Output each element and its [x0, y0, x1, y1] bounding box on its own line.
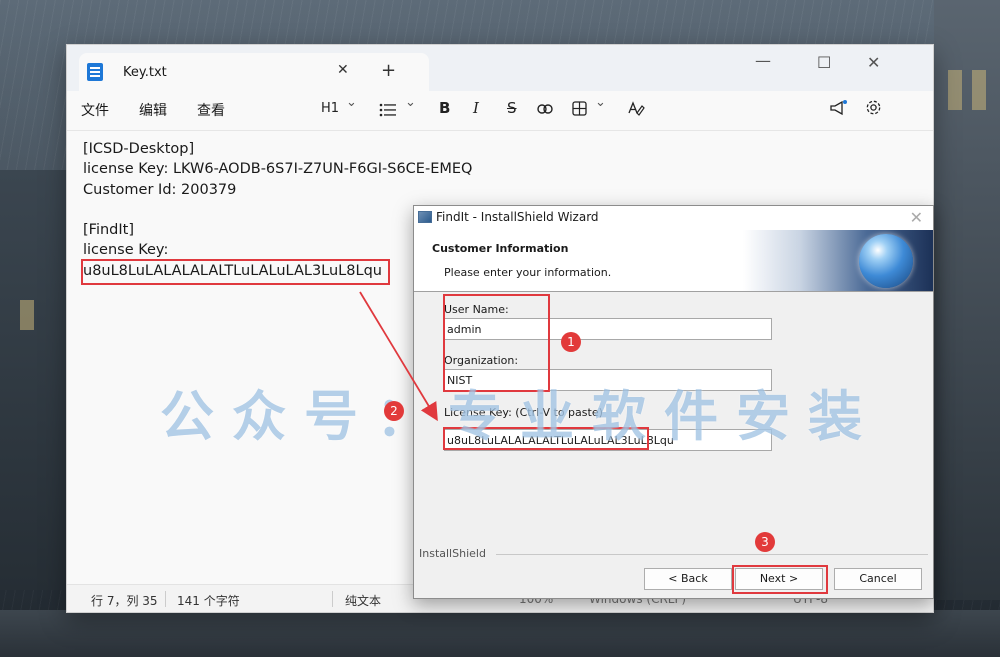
link-icon[interactable] [537, 104, 553, 114]
footer-divider [496, 554, 928, 555]
dialog-close-icon[interactable]: ✕ [910, 208, 923, 227]
dialog-heading: Customer Information [432, 242, 569, 255]
chevron-down-icon[interactable]: ⌄ [346, 95, 357, 110]
step-badge-2: 2 [384, 401, 404, 421]
step-badge-1: 1 [561, 332, 581, 352]
background-window [948, 70, 962, 110]
text-line: [ICSD-Desktop] [83, 141, 195, 157]
installer-app-icon [418, 211, 432, 223]
status-cursor-position: 行 7，列 35 [91, 594, 158, 608]
bold-button[interactable]: B [439, 99, 450, 117]
highlight-box-next [732, 565, 828, 594]
italic-button[interactable]: I [473, 99, 479, 117]
status-format[interactable]: 纯文本 [345, 592, 381, 609]
cancel-button[interactable]: Cancel [834, 568, 922, 590]
status-separator [332, 591, 333, 607]
chevron-down-icon[interactable]: ⌄ [405, 95, 416, 110]
table-icon[interactable] [572, 101, 587, 116]
text-line: Customer Id: 200379 [83, 181, 237, 198]
maximize-button[interactable]: ☐ [817, 53, 831, 72]
dialog-titlebar: FindIt - InstallShield Wizard ✕ [414, 206, 933, 230]
list-icon[interactable] [379, 103, 397, 117]
status-char-count: 141 个字符 [177, 594, 240, 608]
tab-key-txt[interactable]: Key.txt [79, 53, 429, 91]
notepad-titlebar: Key.txt ✕ + — ☐ ✕ [67, 45, 933, 91]
minimize-button[interactable]: — [755, 51, 771, 70]
background-building-right [934, 0, 1000, 600]
clear-formatting-icon[interactable] [627, 100, 645, 116]
menu-file[interactable]: 文件 [81, 100, 109, 120]
globe-icon [859, 234, 913, 288]
status-separator [165, 591, 166, 607]
text-line: license Key: LKW6-AODB-6S7I-Z7UN-F6GI-S6… [83, 161, 473, 178]
background-window [20, 300, 34, 330]
notepad-file-icon [87, 63, 103, 81]
highlight-box-source-key [81, 259, 390, 285]
tab-close-icon[interactable]: ✕ [337, 62, 349, 78]
notepad-menubar: 文件 编辑 查看 H1 ⌄ ⌄ B I S ⌄ [67, 91, 933, 131]
back-button[interactable]: < Back [644, 568, 732, 590]
new-tab-button[interactable]: + [381, 60, 396, 81]
dialog-banner: Customer Information Please enter your i… [414, 230, 933, 292]
dialog-subheading: Please enter your information. [444, 266, 612, 279]
tab-title: Key.txt [123, 64, 167, 80]
installshield-footer-label: InstallShield [419, 547, 486, 560]
megaphone-icon[interactable] [829, 100, 847, 116]
background-street [0, 610, 1000, 657]
background-building-left [0, 170, 66, 590]
strikethrough-button[interactable]: S [507, 99, 517, 117]
heading-dropdown[interactable]: H1 [321, 101, 339, 116]
background-window [972, 70, 986, 110]
dialog-title: FindIt - InstallShield Wizard [436, 210, 599, 224]
chevron-down-icon[interactable]: ⌄ [595, 95, 606, 110]
close-button[interactable]: ✕ [867, 53, 880, 72]
menu-edit[interactable]: 编辑 [139, 100, 167, 120]
step-badge-3: 3 [755, 532, 775, 552]
gear-icon[interactable] [865, 99, 882, 116]
menu-view[interactable]: 查看 [197, 100, 225, 120]
watermark-text: 公众号：专业软件安装 [160, 385, 880, 448]
